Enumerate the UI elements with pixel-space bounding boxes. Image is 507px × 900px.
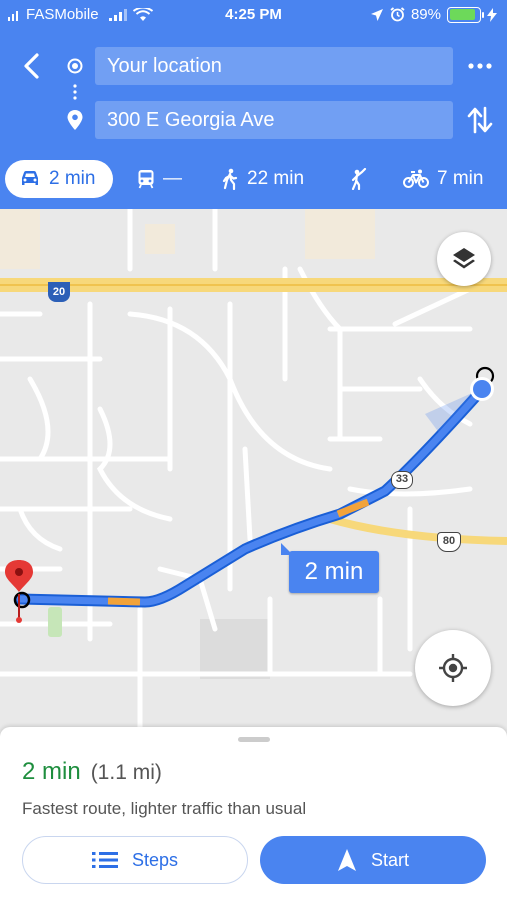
location-arrow-icon [370,8,383,21]
origin-dot-icon [67,58,83,74]
route-distance: (1.1 mi) [90,761,162,784]
walk-icon [222,168,238,190]
back-button[interactable] [16,50,48,82]
battery-icon [447,6,484,23]
route-summary-text: Fastest route, lighter traffic than usua… [22,799,307,818]
battery-percent: 89% [410,6,441,23]
route-time-bubble: 2 min [289,551,379,593]
route-connector-icon [73,84,77,100]
destination-pin-icon [67,110,83,130]
my-location-button[interactable] [415,630,491,706]
destination-field[interactable]: 300 E Georgia Ave [95,101,453,139]
status-bar: FASMobile 4:25 PM 89% [0,0,507,30]
steps-button-label: Steps [131,849,179,870]
eta-line: 2 min (1.1 mi) [22,758,162,786]
layers-button[interactable] [437,232,491,286]
mode-walking-tab[interactable]: 22 min [221,160,304,198]
layers-icon [453,248,475,269]
origin-field[interactable]: Your location [95,47,453,85]
directions-header: FASMobile 4:25 PM 89% Your location 300 … [0,0,507,209]
car-icon [22,171,38,185]
sheet-drag-handle[interactable] [238,737,270,742]
list-icon [91,852,118,868]
route-80-shield: 80 [437,532,461,552]
route-33-shield: 33 [391,471,413,489]
mode-cycling-tab[interactable]: 7 min [403,160,483,198]
route-summary-sheet[interactable]: 2 min (1.1 mi) Fastest route, lighter tr… [0,727,507,900]
transit-icon [138,170,154,189]
travel-mode-bar: 2 min — 22 min 7 min [0,160,507,200]
steps-button[interactable]: Steps [22,836,248,884]
mode-ride-hail-tab[interactable] [348,160,370,198]
alarm-icon [390,7,405,22]
mode-transit-label: — [163,168,182,189]
ride-hail-icon [351,168,367,190]
mode-walking-label: 22 min [247,168,305,189]
eta-time: 2 min [22,758,81,785]
charging-icon [487,7,497,22]
mode-cycling-label: 7 min [437,168,484,189]
start-button[interactable]: Start [260,836,486,884]
navigation-arrow-icon [337,849,356,871]
interstate-20-shield: 20 [48,282,70,302]
swap-directions-button[interactable] [466,104,494,136]
start-button-label: Start [370,849,409,870]
more-options-button[interactable] [465,52,495,80]
mode-driving-tab[interactable]: 2 min [5,160,113,198]
crosshair-icon [439,654,467,682]
mode-driving-label: 2 min [49,168,96,189]
bike-icon [403,169,429,188]
mode-transit-tab[interactable]: — [137,160,182,198]
